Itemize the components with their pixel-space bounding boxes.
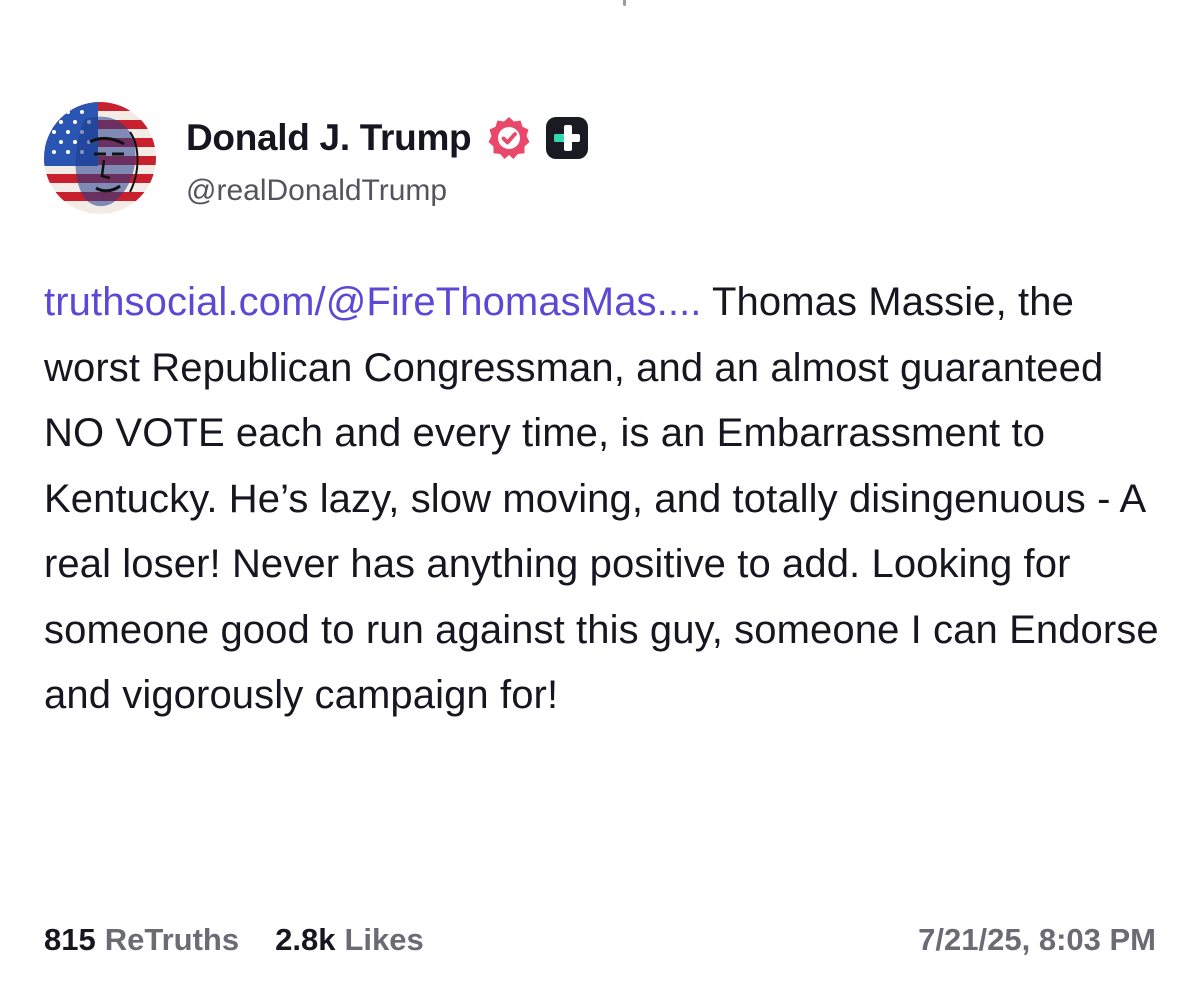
author-handle[interactable]: @realDonaldTrump (186, 174, 589, 208)
author-display-name[interactable]: Donald J. Trump (186, 117, 472, 159)
post-body: truthsocial.com/@FireThomasMas.... Thoma… (44, 270, 1164, 729)
post-footer: 815 ReTruths 2.8k Likes 7/21/25, 8:03 PM (44, 915, 1156, 965)
author-identity: Donald J. Trump @realDonaldTrump (186, 108, 589, 208)
scroll-indicator (623, 0, 626, 6)
name-row: Donald J. Trump (186, 108, 589, 168)
verified-check-icon (485, 114, 533, 162)
likes-label: Likes (344, 922, 424, 957)
avatar[interactable] (44, 102, 156, 214)
likes-stat[interactable]: 2.8k Likes (275, 922, 424, 958)
flag-portrait-avatar-icon (44, 102, 156, 214)
retruths-count: 815 (44, 922, 96, 957)
likes-count: 2.8k (275, 922, 336, 957)
post-timestamp[interactable]: 7/21/25, 8:03 PM (918, 922, 1156, 958)
retruths-stat[interactable]: 815 ReTruths (44, 922, 239, 958)
post-link[interactable]: truthsocial.com/@FireThomasMas.... (44, 280, 702, 324)
retruths-label: ReTruths (104, 922, 240, 957)
post-text: Thomas Massie, the worst Republican Cong… (44, 280, 1159, 717)
post-header: Donald J. Trump @realDonaldTrump (44, 100, 589, 216)
plus-badge-icon (545, 116, 589, 160)
